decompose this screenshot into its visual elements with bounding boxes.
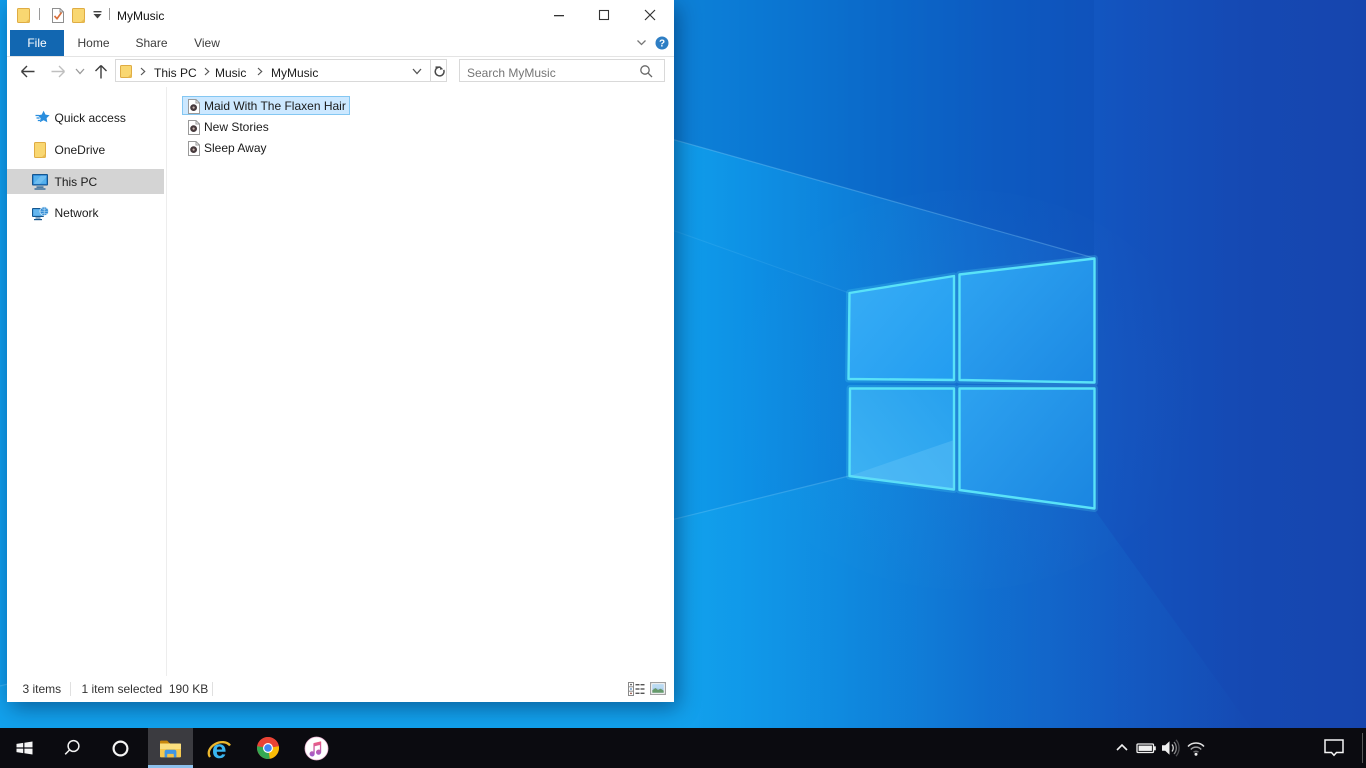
svg-text:?: ? bbox=[658, 39, 664, 50]
svg-text:e: e bbox=[212, 735, 226, 762]
